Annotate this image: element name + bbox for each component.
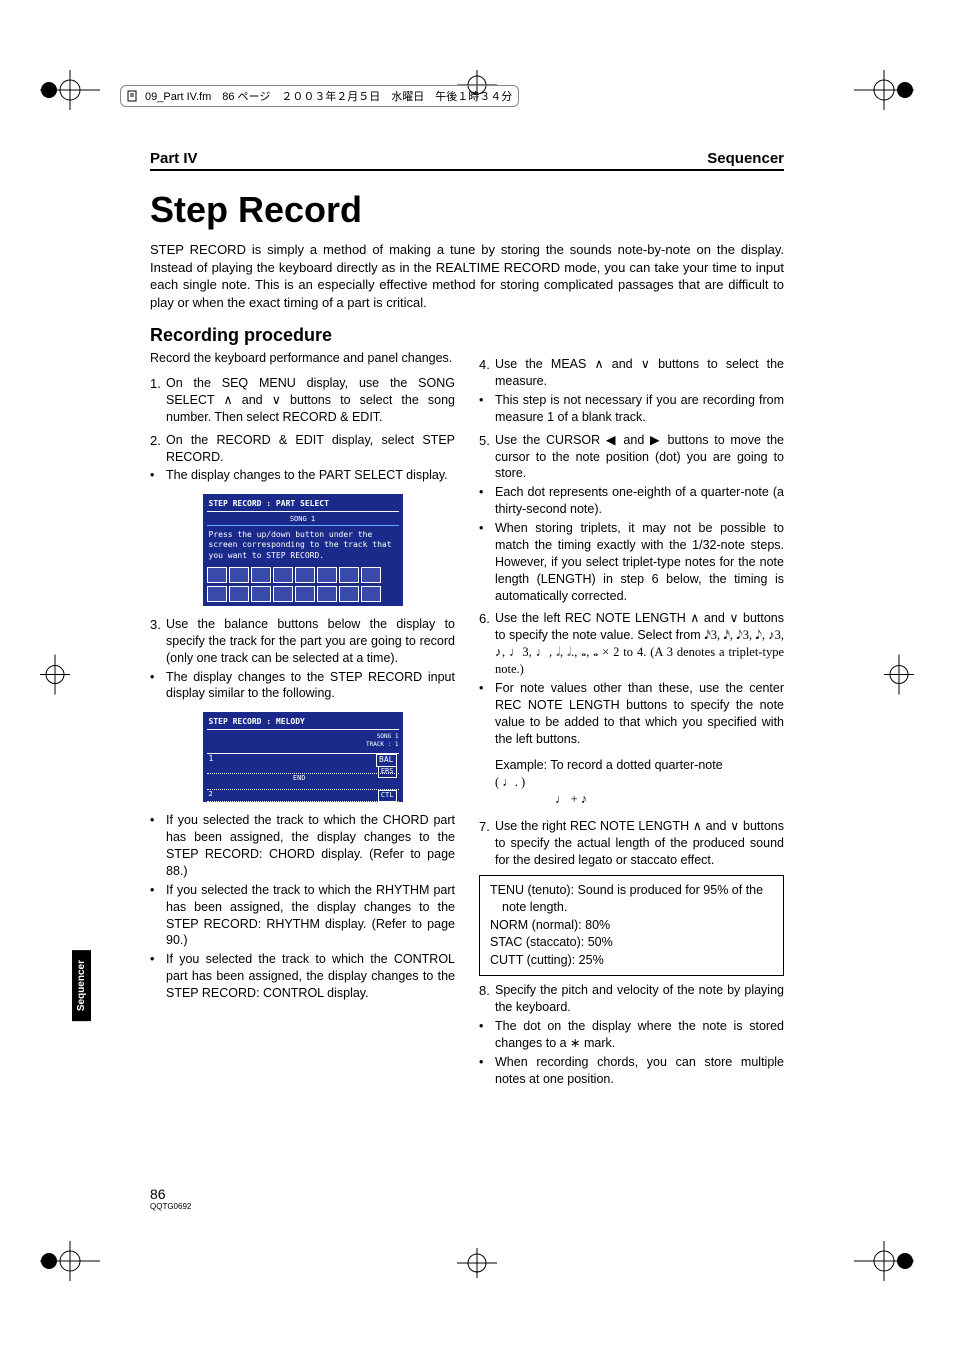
- step-2: 2.On the RECORD & EDIT display, select S…: [150, 432, 455, 466]
- page-footer: 86 QQTG0692: [150, 1186, 191, 1211]
- step-2-bullet-text: The display changes to the PART SELECT d…: [166, 467, 455, 484]
- lead-paragraph: Record the keyboard performance and pane…: [150, 350, 455, 367]
- step-3-bullet: •The display changes to the STEP RECORD …: [150, 669, 455, 703]
- step-6-bullet: •For note values other than these, use t…: [479, 680, 784, 748]
- side-tab: Sequencer: [72, 950, 91, 1021]
- step-4-text: Use the MEAS ∧ and ∨ buttons to select t…: [495, 356, 784, 390]
- left-bullet-1-text: If you selected the track to which the C…: [166, 812, 455, 880]
- screenshot-part-select: STEP RECORD : PART SELECT SONG 1 Press t…: [203, 494, 403, 606]
- step-3-text: Use the balance buttons below the displa…: [166, 616, 455, 667]
- screenshot1-title: STEP RECORD : PART SELECT: [207, 498, 399, 512]
- intro-paragraph: STEP RECORD is simply a method of making…: [150, 241, 784, 311]
- screenshot1-subtitle: SONG 1: [207, 515, 399, 525]
- example-sum: ♩ + ♪: [555, 791, 784, 808]
- left-bullet-3-text: If you selected the track to which the C…: [166, 951, 455, 1002]
- step-5: 5.Use the CURSOR ◀ and ▶ buttons to move…: [479, 432, 784, 483]
- example-paren: ( ♩. ): [495, 774, 784, 791]
- step-2-bullet: •The display changes to the PART SELECT …: [150, 467, 455, 484]
- right-column: 4.Use the MEAS ∧ and ∨ buttons to select…: [479, 350, 784, 1087]
- footer-code: QQTG0692: [150, 1202, 191, 1211]
- example-block: Example: To record a dotted quarter-note…: [495, 757, 784, 808]
- step-5-bullet-2-text: When storing triplets, it may not be pos…: [495, 520, 784, 604]
- page-title: Step Record: [150, 189, 784, 231]
- step-5-bullet-2: •When storing triplets, it may not be po…: [479, 520, 784, 604]
- page-header: Part IV Sequencer: [150, 150, 784, 171]
- screenshot-melody: STEP RECORD : MELODY SONG 1TRACK : 1 1 B…: [203, 712, 403, 802]
- document-icon: [127, 90, 139, 102]
- step-6: 6. Use the left REC NOTE LENGTH ∧ and ∨ …: [479, 610, 784, 678]
- step-8-bullet-1: •The dot on the display where the note i…: [479, 1018, 784, 1052]
- crop-mark-tr: [854, 70, 914, 110]
- crop-mark-bl: [40, 1241, 100, 1281]
- box-line-2: NORM (normal): 80%: [490, 917, 773, 935]
- crop-mark-right: [884, 654, 914, 697]
- box-line-4: CUTT (cutting): 25%: [490, 952, 773, 970]
- left-column: Record the keyboard performance and pane…: [150, 350, 455, 1087]
- example-label: Example: To record a dotted quarter-note: [495, 757, 784, 774]
- left-bullet-2-text: If you selected the track to which the R…: [166, 882, 455, 950]
- step-8: 8.Specify the pitch and velocity of the …: [479, 982, 784, 1016]
- step-5-text: Use the CURSOR ◀ and ▶ buttons to move t…: [495, 432, 784, 483]
- step-6-bullet-text: For note values other than these, use th…: [495, 680, 784, 748]
- step-4-bullet-text: This step is not necessary if you are re…: [495, 392, 784, 426]
- step-2-text: On the RECORD & EDIT display, select STE…: [166, 432, 455, 466]
- step-3-bullet-text: The display changes to the STEP RECORD i…: [166, 669, 455, 703]
- box-line-1: TENU (tenuto): Sound is produced for 95%…: [490, 882, 773, 917]
- file-header-text: 09_Part IV.fm 86 ページ ２００３年２月５日 水曜日 午後１時３…: [145, 88, 512, 104]
- step-1-text: On the SEQ MENU display, use the SONG SE…: [166, 375, 455, 426]
- page-content: Part IV Sequencer Step Record STEP RECOR…: [150, 150, 784, 1211]
- file-header: 09_Part IV.fm 86 ページ ２００３年２月５日 水曜日 午後１時３…: [120, 85, 519, 107]
- screenshot1-body: Press the up/down button under the scree…: [207, 528, 399, 564]
- step-1: 1.On the SEQ MENU display, use the SONG …: [150, 375, 455, 426]
- step-8-bullet-2: •When recording chords, you can store mu…: [479, 1054, 784, 1088]
- step-5-bullet-1: •Each dot represents one-eighth of a qua…: [479, 484, 784, 518]
- left-bullet-1: •If you selected the track to which the …: [150, 812, 455, 880]
- step-4: 4.Use the MEAS ∧ and ∨ buttons to select…: [479, 356, 784, 390]
- step-3: 3.Use the balance buttons below the disp…: [150, 616, 455, 667]
- box-line-3: STAC (staccato): 50%: [490, 934, 773, 952]
- crop-mark-left: [40, 654, 70, 697]
- left-bullet-3: •If you selected the track to which the …: [150, 951, 455, 1002]
- step-7-text: Use the right REC NOTE LENGTH ∧ and ∨ bu…: [495, 818, 784, 869]
- left-bullet-2: •If you selected the track to which the …: [150, 882, 455, 950]
- step-8-text: Specify the pitch and velocity of the no…: [495, 982, 784, 1016]
- header-left: Part IV: [150, 150, 198, 167]
- step-7: 7.Use the right REC NOTE LENGTH ∧ and ∨ …: [479, 818, 784, 869]
- crop-mark-br: [854, 1241, 914, 1281]
- step-5-bullet-1-text: Each dot represents one-eighth of a quar…: [495, 484, 784, 518]
- header-right: Sequencer: [707, 150, 784, 167]
- step-8-bullet-2-text: When recording chords, you can store mul…: [495, 1054, 784, 1088]
- screenshot2-title: STEP RECORD : MELODY: [207, 716, 399, 730]
- step-8-bullet-1-text: The dot on the display where the note is…: [495, 1018, 784, 1052]
- page-number: 86: [150, 1186, 191, 1202]
- length-definitions-box: TENU (tenuto): Sound is produced for 95%…: [479, 875, 784, 977]
- crop-mark-tl: [40, 70, 100, 110]
- crop-mark-bottom: [457, 1248, 497, 1281]
- step-4-bullet: •This step is not necessary if you are r…: [479, 392, 784, 426]
- section-heading: Recording procedure: [150, 325, 784, 346]
